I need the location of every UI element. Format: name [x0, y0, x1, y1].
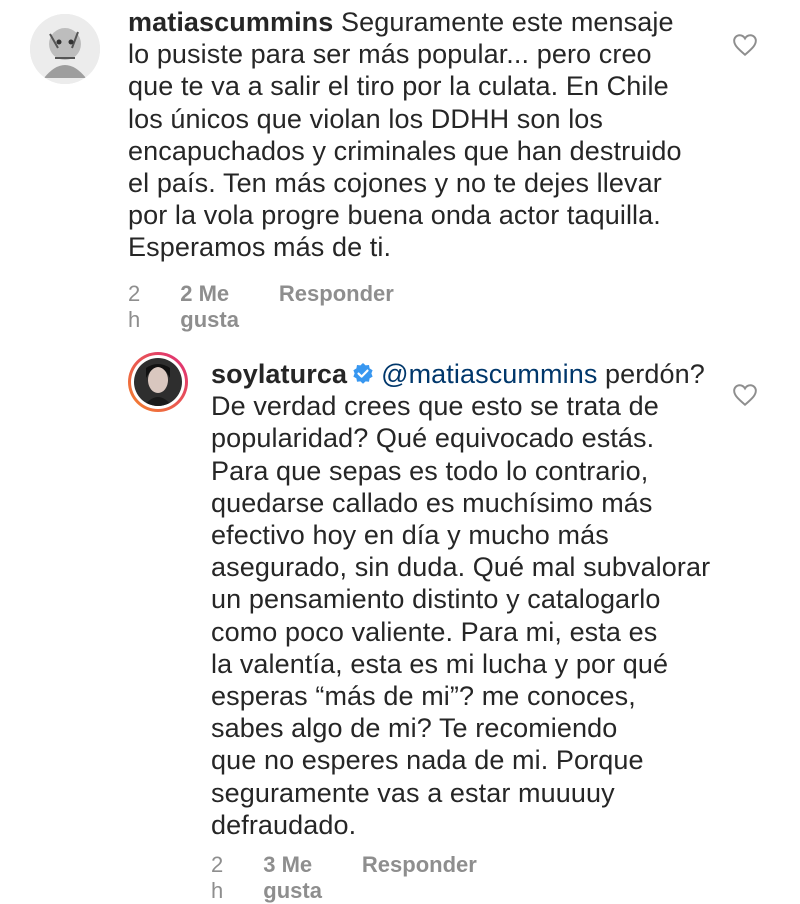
- reply-meta: 2 h 3 Me gusta Responder: [211, 852, 477, 904]
- avatar-photo-icon: [134, 358, 182, 406]
- avatar[interactable]: [30, 14, 100, 84]
- avatar-sketch-icon: [30, 14, 100, 84]
- heart-outline-icon[interactable]: [732, 33, 758, 57]
- heart-outline-icon[interactable]: [732, 383, 758, 407]
- avatar[interactable]: [128, 352, 188, 412]
- comment-time: 2 h: [128, 281, 141, 332]
- verified-badge-icon: [353, 363, 373, 384]
- comment-username[interactable]: matiascummins: [128, 7, 333, 37]
- likes-count-button[interactable]: 2 Me gusta: [180, 281, 239, 333]
- reply-username[interactable]: soylaturca: [211, 359, 347, 389]
- reply-button[interactable]: Responder: [279, 281, 394, 333]
- reply-body: soylaturca @matiascummins perdón? De verd…: [211, 358, 751, 841]
- comment-meta: 2 h 2 Me gusta Responder: [128, 281, 394, 333]
- reply-text: De verdad crees que esto se trata de pop…: [211, 391, 711, 840]
- reply-text-first-line: perdón?: [605, 359, 705, 389]
- reply-time: 2 h: [211, 852, 224, 903]
- likes-count-button[interactable]: 3 Me gusta: [263, 852, 322, 904]
- mention-link[interactable]: @matiascummins: [381, 359, 597, 389]
- comment-body: matiascummins Seguramente este mensaje l…: [128, 6, 728, 264]
- comment-text: Seguramente este mensaje lo pusiste para…: [128, 7, 682, 263]
- reply-button[interactable]: Responder: [362, 852, 477, 904]
